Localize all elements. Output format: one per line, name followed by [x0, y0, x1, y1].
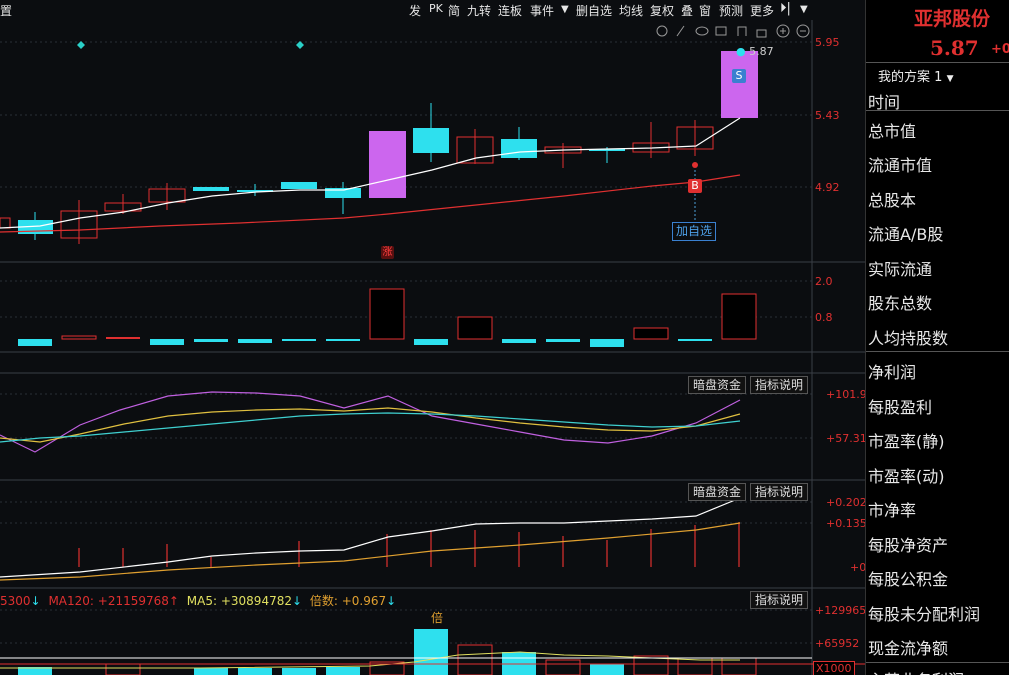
buy-signal-marker[interactable]: B: [688, 179, 702, 193]
fund-shareholder-count: 股东总数: [868, 294, 933, 313]
legend-beishu: 倍数: +0.967: [309, 594, 387, 608]
legend-ma5: MA5: +30894782: [186, 594, 292, 608]
legend-ma120: MA120: +21159768: [48, 594, 169, 608]
divider: [866, 662, 1009, 663]
fund-main-business-profit: 主营业务利润: [868, 667, 964, 675]
chart-canvas: [0, 20, 865, 675]
signal-diamond: [296, 41, 304, 49]
ind2-label-zero: +0: [850, 561, 865, 574]
price-label-low: 4.92: [815, 181, 840, 194]
dark-pool-button-1[interactable]: 暗盘资金: [688, 376, 747, 394]
ind1-purple-line: [0, 391, 741, 453]
legend-ma5-arrow: ↓: [291, 594, 303, 608]
legend-ma-cut: 5300: [0, 594, 31, 608]
fund-float-market-cap: 流通市值: [868, 156, 933, 175]
fund-cash-flow: 现金流净额: [868, 639, 949, 658]
ind3-yellow-line: [0, 651, 740, 669]
chevron-down-icon: ▼: [946, 74, 954, 84]
indicator-explain-button-1[interactable]: 指标说明: [750, 376, 809, 394]
fund-pb: 市净率: [868, 501, 917, 520]
ind1-label-mid: +57.31: [826, 432, 865, 445]
ind3-legend: 5300↓ MA120: +21159768↑ MA5: +30894782↓ …: [0, 592, 396, 609]
ind3-unit-label: X1000: [813, 661, 855, 675]
fund-reserve-per-share: 每股公积金: [868, 570, 949, 589]
fund-undistributed-profit: 每股未分配利润: [868, 605, 981, 624]
ind2-label-top: +0.202: [826, 496, 865, 509]
stock-change: +0.: [991, 42, 1009, 57]
fundamentals-panel: 亚邦股份 5.87 +0. 我的方案 1 ▼ 时间 总市值 流通市值 总股本 流…: [865, 0, 1009, 675]
sell-signal-marker[interactable]: S: [732, 69, 746, 83]
bei-marker: 倍: [431, 611, 444, 625]
fund-net-profit: 净利润: [868, 363, 917, 382]
stock-price: 5.87: [930, 36, 979, 60]
dark-pool-button-2[interactable]: 暗盘资金: [688, 483, 747, 501]
limit-up-marker: 涨: [381, 246, 394, 259]
scheme-number: 1: [934, 70, 943, 85]
scheme-selector[interactable]: 我的方案 1 ▼: [878, 66, 954, 85]
ind3-label-top: +129965: [815, 604, 865, 617]
ind2-white-line: [0, 497, 741, 578]
price-label-top: 5.95: [815, 36, 840, 49]
legend-ma-cut-arrow: ↓: [30, 594, 41, 608]
fund-actual-float: 实际流通: [868, 260, 933, 279]
fund-total-shares: 总股本: [868, 191, 917, 210]
add-watchlist-button[interactable]: 加自选: [672, 222, 717, 241]
indicator-explain-button-3[interactable]: 指标说明: [750, 591, 809, 609]
legend-ma120-arrow: ↑: [168, 594, 179, 608]
ind3-label-mid: +65952: [815, 637, 860, 650]
ind1-label-top: +101.9: [826, 388, 865, 401]
volume-label-top: 2.0: [815, 275, 833, 288]
scheme-label: 我的方案: [878, 70, 931, 85]
fund-pe-static: 市盈率(静): [868, 432, 945, 451]
signal-diamond: [77, 41, 85, 49]
fund-eps: 每股盈利: [868, 398, 933, 417]
chart-tool-icons: [656, 24, 810, 38]
indicator-explain-button-2[interactable]: 指标说明: [750, 483, 809, 501]
fund-avg-holding: 人均持股数: [868, 329, 949, 348]
divider: [866, 62, 1009, 63]
volume-bars: [18, 288, 757, 347]
last-price-value: 5.87: [749, 45, 774, 58]
last-price-tag: ● 5.87: [736, 45, 774, 58]
fund-total-market-cap: 总市值: [868, 122, 917, 141]
fund-pe-dynamic: 市盈率(动): [868, 467, 945, 486]
legend-beishu-arrow: ↓: [386, 594, 397, 608]
stock-name: 亚邦股份: [914, 8, 991, 30]
last-price-dot-icon: ●: [736, 45, 746, 58]
fund-bvps: 每股净资产: [868, 536, 949, 555]
fund-float-ab-shares: 流通A/B股: [868, 225, 944, 244]
chart-area[interactable]: 置 发 PK 简 九转 连板 事件 ▼ 删自选 均线 复权 叠 窗 预测 更多 …: [0, 0, 865, 675]
ind2-label-mid: +0.135: [826, 517, 865, 530]
price-label-mid: 5.43: [815, 109, 840, 122]
divider: [866, 351, 1009, 352]
divider: [866, 110, 1009, 111]
ind2-orange-line: [0, 522, 741, 581]
volume-label-mid: 0.8: [815, 311, 833, 324]
